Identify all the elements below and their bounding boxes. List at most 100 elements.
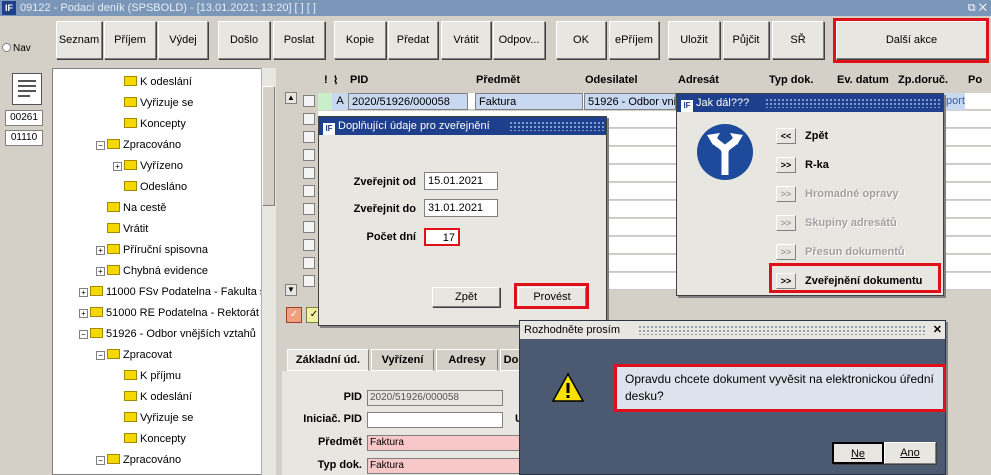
tree-item[interactable]: Koncepty <box>124 430 186 448</box>
tab-vyrizeni[interactable]: Vyřízení <box>371 349 434 371</box>
tree-item[interactable]: +51000 RE Podatelna - Rektorát <box>79 304 259 322</box>
toolbar-button-pujcit[interactable]: Půjčit <box>723 21 769 59</box>
row-checkbox[interactable] <box>303 113 315 125</box>
close-icon[interactable]: ✕ <box>933 321 942 339</box>
code-box-1[interactable]: 00261 <box>5 110 43 126</box>
toolbar-button-predat[interactable]: Předat <box>388 21 438 59</box>
toolbar-button-seznam[interactable]: Seznam <box>56 21 102 59</box>
toolbar-button-vratit[interactable]: Vrátit <box>441 21 491 59</box>
tree-item[interactable]: Vyřizuje se <box>124 409 193 427</box>
toolbar-button-sr[interactable]: SŘ <box>772 21 824 59</box>
zverejneni-dialog-title: Doplňující údaje pro zveřejnění <box>338 120 490 132</box>
toolbar-button-poslat[interactable]: Poslat <box>273 21 325 59</box>
toolbar-button-vydej[interactable]: Výdej <box>158 21 208 59</box>
toolbar-button-prijem[interactable]: Příjem <box>104 21 156 59</box>
window-controls[interactable]: ⧉ ✕ <box>968 0 987 16</box>
row-checkbox[interactable] <box>303 257 315 269</box>
zverejnit-do-input[interactable]: 31.01.2021 <box>424 199 498 217</box>
toolbar-button-odpoved[interactable]: Odpov... <box>493 21 545 59</box>
grid-header-adresat[interactable]: Adresát <box>678 74 719 86</box>
folder-icon <box>90 307 103 317</box>
grid-header-pid[interactable]: PID <box>350 74 368 86</box>
toolbar-button-ok[interactable]: OK <box>556 21 606 59</box>
toolbar-button-kopie[interactable]: Kopie <box>334 21 386 59</box>
tree-item[interactable]: Vrátit <box>107 220 148 238</box>
action-button-1[interactable]: >> <box>776 157 796 173</box>
expand-icon[interactable]: + <box>96 246 105 255</box>
action-button-0[interactable]: << <box>776 128 796 144</box>
row-predmet: Faktura <box>475 93 583 110</box>
tree-item[interactable]: − 51926 - Odbor vnějších vztahů <box>79 325 256 343</box>
tree-item[interactable]: Koncepty <box>124 115 186 133</box>
predmet-label: Předmět <box>317 436 362 448</box>
row-checkbox[interactable] <box>303 221 315 233</box>
tree-scrollbar-thumb[interactable] <box>262 86 275 206</box>
grid-header-po[interactable]: Po <box>968 74 982 86</box>
grid-header-flag[interactable]: ! <box>324 74 328 86</box>
zpet-button[interactable]: Zpět <box>432 287 500 307</box>
collapse-icon[interactable]: − <box>79 330 88 339</box>
tree-item[interactable]: + Vyřízeno <box>113 157 183 175</box>
tree-item[interactable]: Odesláno <box>124 178 187 196</box>
collapse-icon[interactable]: − <box>96 351 105 360</box>
highlight-dalsi-akce <box>833 18 989 63</box>
code-box-2[interactable]: 01110 <box>5 130 43 146</box>
row-status <box>318 93 332 110</box>
row-checkbox[interactable] <box>303 203 315 215</box>
folder-icon <box>107 244 120 254</box>
folder-icon <box>90 286 103 296</box>
toolbar-button-eprijem[interactable]: ePříjem <box>609 21 659 59</box>
nav-toggle[interactable]: Nav <box>2 42 42 58</box>
grid-header-ev-datum[interactable]: Ev. datum <box>837 74 889 86</box>
action-button-2[interactable]: >> <box>776 186 796 202</box>
scroll-up-icon[interactable]: ▲ <box>285 92 297 104</box>
expand-icon[interactable]: + <box>113 162 122 171</box>
row-checkbox[interactable] <box>303 275 315 287</box>
pid-field[interactable]: 2020/51926/000058 <box>367 390 503 406</box>
row-checkbox[interactable] <box>303 95 315 107</box>
grid-header-typ-dok[interactable]: Typ dok. <box>769 74 813 86</box>
expand-icon[interactable]: + <box>79 288 88 297</box>
typ-dok-field[interactable]: Faktura <box>367 458 522 474</box>
toolbar-button-ulozit[interactable]: Uložit <box>668 21 720 59</box>
grid-header-predmet[interactable]: Předmět <box>476 74 520 86</box>
tree-item[interactable]: Vyřizuje se <box>124 94 193 112</box>
action-button-3[interactable]: >> <box>776 215 796 231</box>
predmet-field[interactable]: Faktura <box>367 435 522 451</box>
folder-tree[interactable]: K odeslání Vyřizuje se Koncepty − Zpracováno… <box>52 68 276 475</box>
collapse-icon[interactable]: − <box>96 456 105 465</box>
tree-item[interactable]: + Příruční spisovna <box>96 241 208 259</box>
tree-item[interactable]: +11000 FSv Podatelna - Fakulta s <box>79 283 265 301</box>
tab-adresy[interactable]: Adresy <box>436 349 498 371</box>
action-button-4[interactable]: >> <box>776 244 796 260</box>
pocet-dni-input[interactable]: 17 <box>424 228 460 246</box>
ne-button[interactable]: Ne <box>832 442 884 464</box>
tree-item[interactable]: − Zpracováno <box>96 451 181 469</box>
grid-header-odesilatel[interactable]: Odesilatel <box>585 74 638 86</box>
toolbar-button-doslo[interactable]: Došlo <box>218 21 270 59</box>
tab-zakladni-udaje[interactable]: Základní úd. <box>287 349 369 371</box>
row-checkbox[interactable] <box>303 185 315 197</box>
expand-icon[interactable]: + <box>79 309 88 318</box>
tree-item[interactable]: − Zpracovat <box>96 346 172 364</box>
zverejnit-od-label: Zveřejnit od <box>353 176 416 188</box>
tree-item[interactable]: K příjmu <box>124 367 181 385</box>
tree-item[interactable]: + Chybná evidence <box>96 262 208 280</box>
row-checkbox[interactable] <box>303 239 315 251</box>
zverejnit-od-input[interactable]: 15.01.2021 <box>424 172 498 190</box>
expand-icon[interactable]: + <box>96 267 105 276</box>
tree-item[interactable]: K odeslání <box>124 388 192 406</box>
row-checkbox[interactable] <box>303 149 315 161</box>
iniciac-pid-field[interactable] <box>367 412 503 428</box>
row-checkbox[interactable] <box>303 131 315 143</box>
scroll-down-icon[interactable]: ▼ <box>285 284 297 296</box>
tree-item[interactable]: K odeslání <box>124 73 192 91</box>
tree-item[interactable]: Na cestě <box>107 199 166 217</box>
collapse-icon[interactable]: − <box>96 141 105 150</box>
select-all-icon[interactable]: ✓ <box>286 307 302 323</box>
tree-item[interactable]: − Zpracováno <box>96 136 181 154</box>
row-checkbox[interactable] <box>303 167 315 179</box>
grid-header-zp-doruc[interactable]: Zp.doruč. <box>898 74 948 86</box>
ano-button[interactable]: Ano <box>884 442 936 464</box>
document-icon[interactable] <box>12 73 42 105</box>
